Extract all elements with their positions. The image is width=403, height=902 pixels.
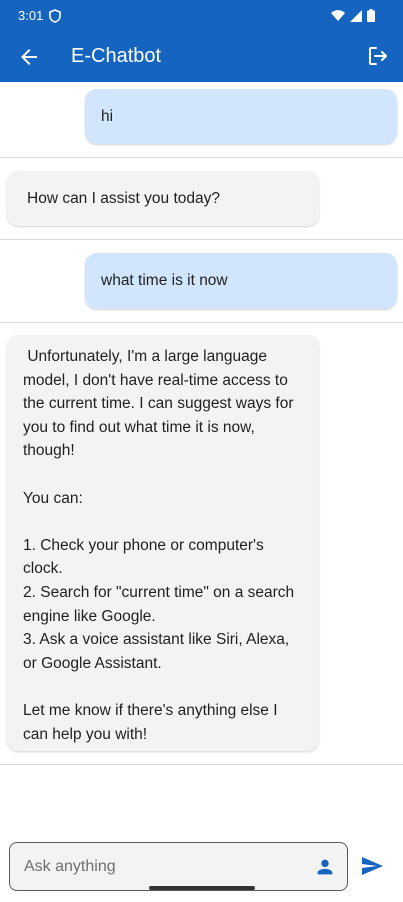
logout-icon[interactable] xyxy=(366,44,390,68)
send-icon[interactable] xyxy=(360,854,384,878)
bot-message-bubble: Unfortunately, I'm a large language mode… xyxy=(7,335,319,751)
app-bar: E-Chatbot xyxy=(0,33,403,82)
bot-message-bubble: How can I assist you today? xyxy=(7,171,319,226)
battery-icon xyxy=(367,9,375,22)
wifi-icon xyxy=(331,9,345,21)
message-row: what time is it now xyxy=(0,240,403,323)
message-row: hi xyxy=(0,82,403,158)
shield-icon xyxy=(49,9,61,23)
input-box xyxy=(9,842,348,891)
message-input[interactable] xyxy=(24,843,304,890)
message-row: How can I assist you today? xyxy=(0,158,403,240)
home-indicator xyxy=(149,886,255,890)
input-area xyxy=(0,832,403,902)
chat-list[interactable]: hi How can I assist you today? what time… xyxy=(0,82,403,832)
message-row: Unfortunately, I'm a large language mode… xyxy=(0,323,403,765)
arrow-back-icon[interactable] xyxy=(17,45,41,69)
person-icon[interactable] xyxy=(314,856,336,878)
status-icons xyxy=(331,9,375,22)
cell-signal-icon xyxy=(350,9,362,22)
user-message-bubble: hi xyxy=(85,89,397,144)
status-bar: 3:01 xyxy=(0,0,403,33)
user-message-bubble: what time is it now xyxy=(85,253,397,309)
status-time: 3:01 xyxy=(18,8,44,23)
app-title: E-Chatbot xyxy=(71,45,162,67)
